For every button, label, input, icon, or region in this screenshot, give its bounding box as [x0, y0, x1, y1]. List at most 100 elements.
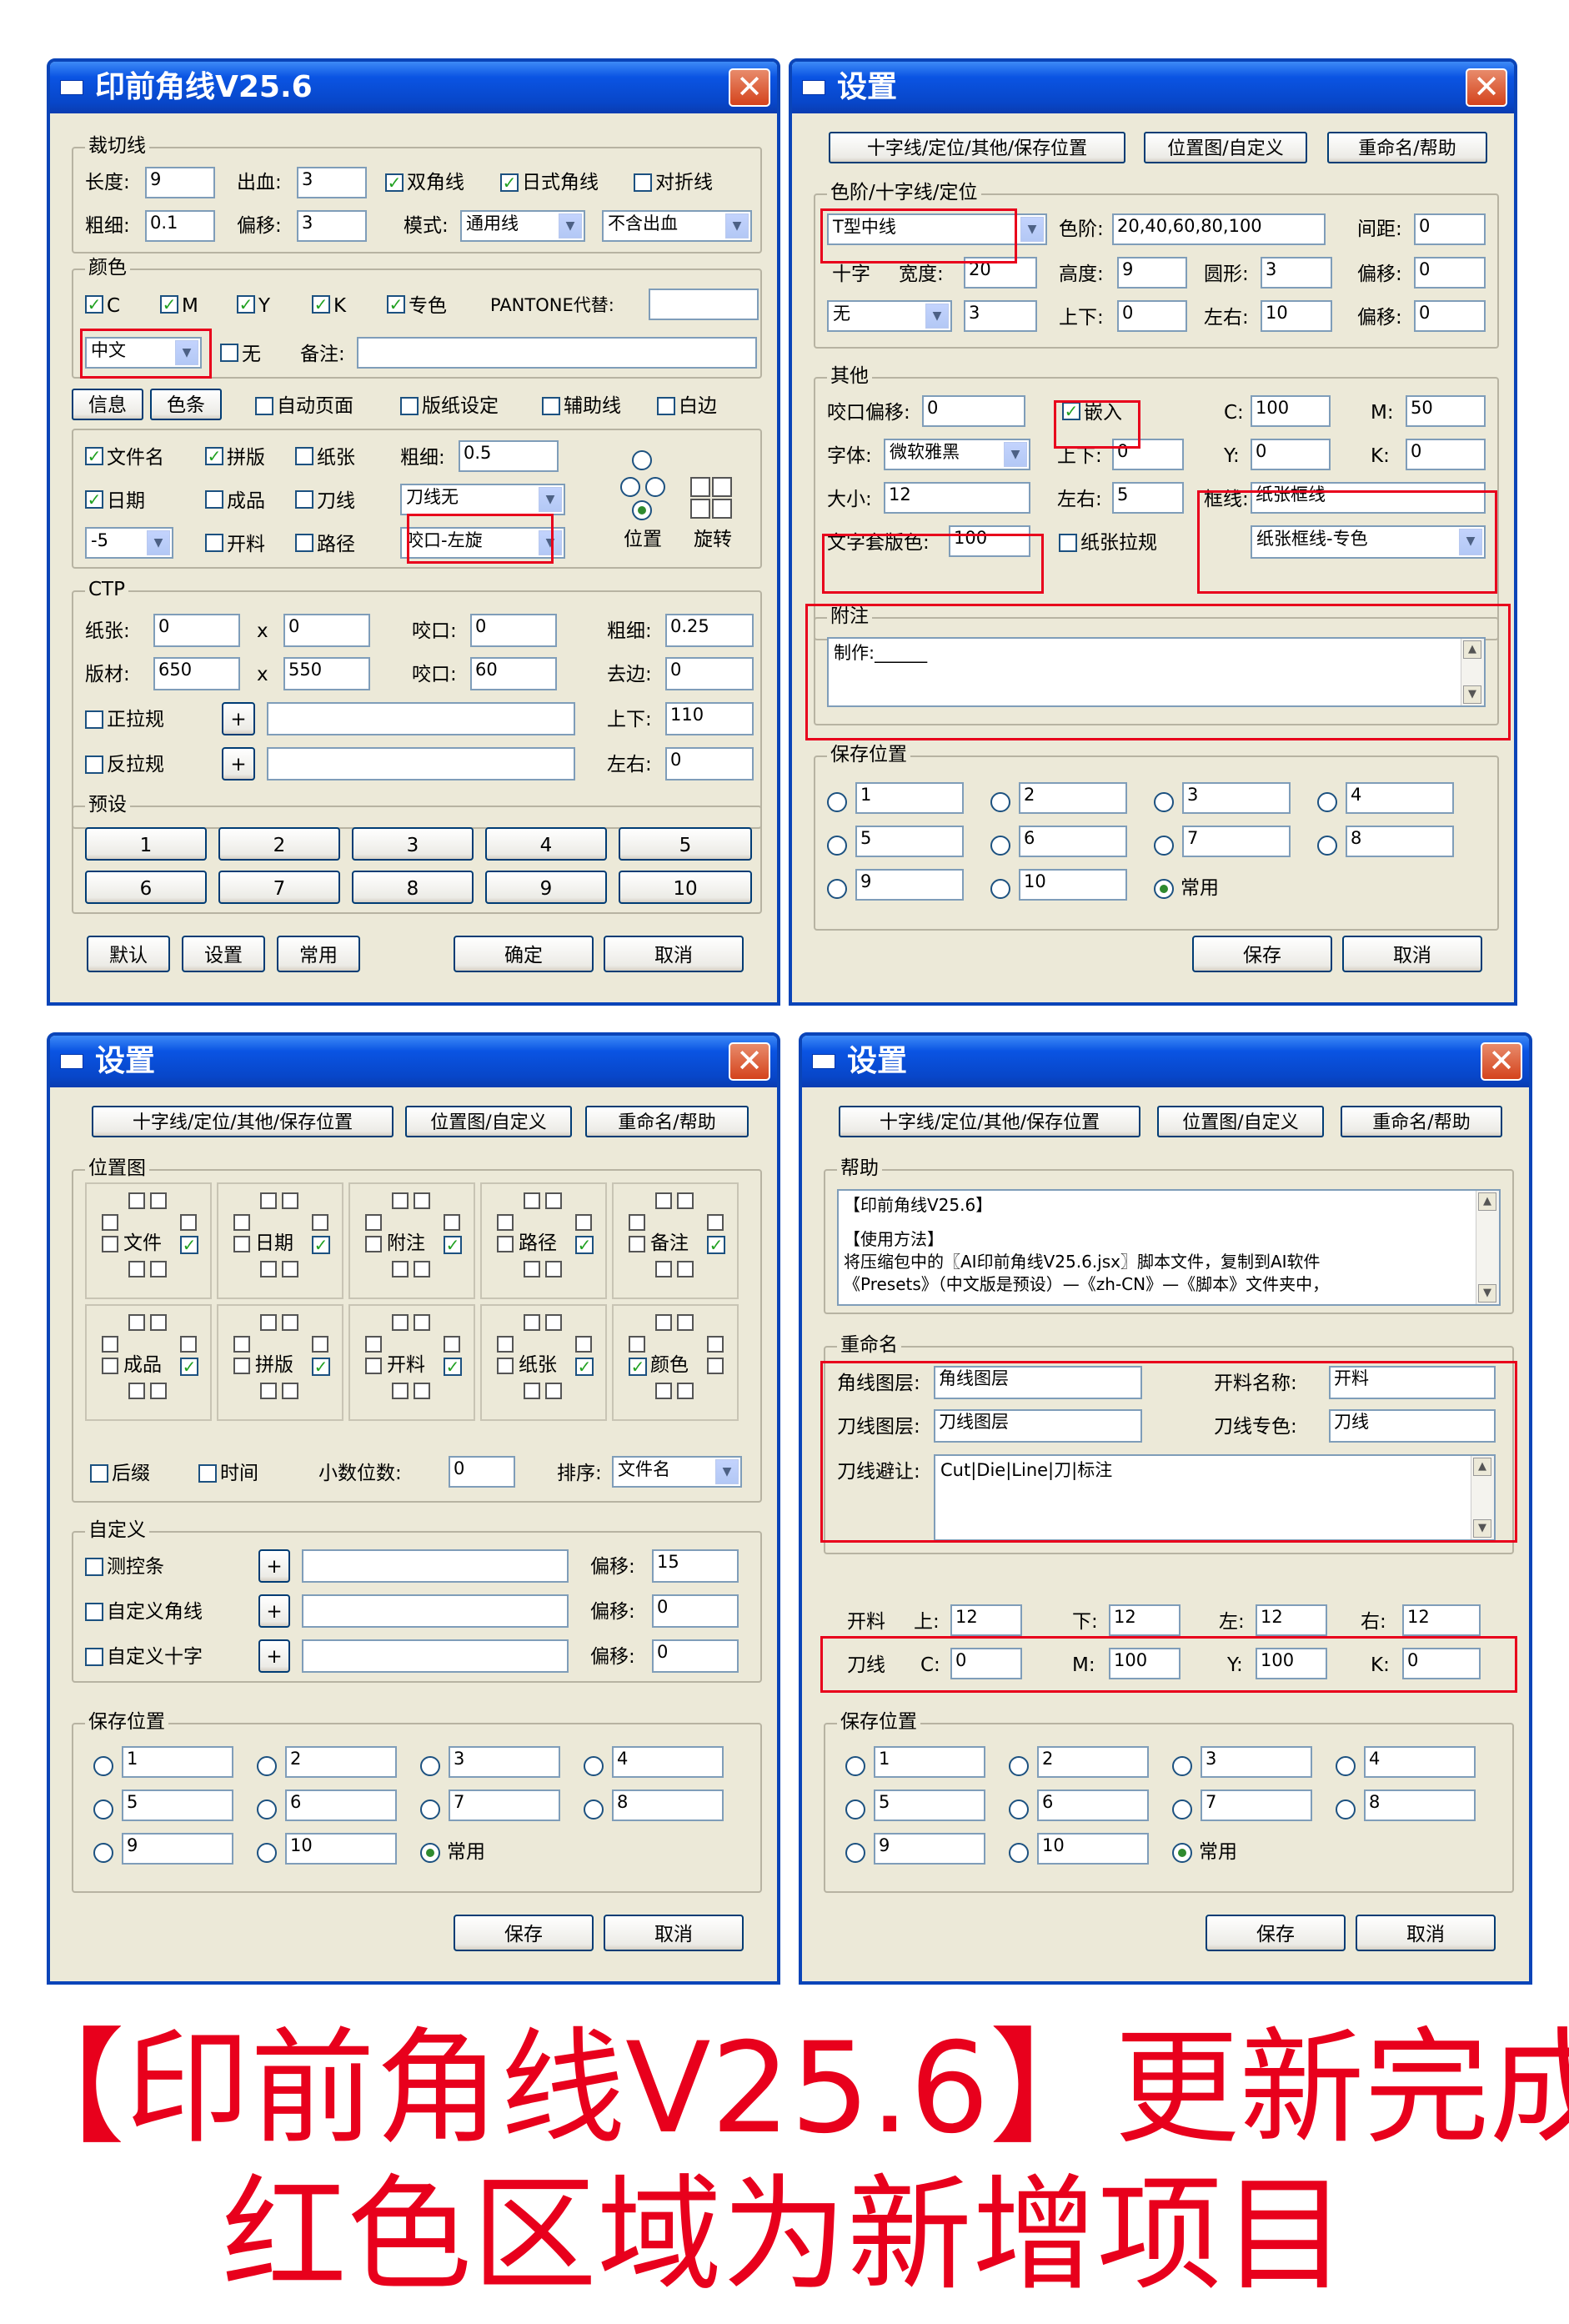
save-radio-5[interactable] — [93, 1799, 113, 1820]
position-toggle[interactable] — [677, 1314, 694, 1331]
tab-rename-help[interactable]: 重命名/帮助 — [1327, 132, 1487, 163]
position-toggle[interactable] — [545, 1383, 562, 1399]
position-toggle[interactable] — [707, 1336, 724, 1353]
chevron-down-icon[interactable]: ▼ — [1459, 529, 1482, 555]
position-toggle[interactable] — [545, 1314, 562, 1331]
save-slot-input-6[interactable]: 6 — [1037, 1789, 1149, 1821]
pull-rule-input[interactable] — [267, 702, 575, 735]
tab-rename-help[interactable]: 重命名/帮助 — [1341, 1106, 1502, 1137]
position-toggle[interactable] — [180, 1214, 197, 1231]
save-radio-6[interactable] — [1009, 1799, 1029, 1820]
position-toggle[interactable] — [128, 1192, 145, 1209]
offset1-input[interactable]: 15 — [652, 1549, 739, 1583]
k-checkbox[interactable]: ✓ — [312, 295, 330, 314]
save-slot-input-8[interactable]: 8 — [612, 1789, 724, 1821]
tab-cross-position[interactable]: 十字线/定位/其他/保存位置 — [839, 1106, 1140, 1137]
save-radio-10[interactable] — [1009, 1843, 1029, 1863]
scrollbar[interactable]: ▲ ▼ — [1476, 1191, 1499, 1304]
tab-position-custom[interactable]: 位置图/自定义 — [1157, 1106, 1324, 1137]
cut-checkbox[interactable] — [205, 534, 223, 552]
rotate-square[interactable] — [712, 499, 732, 519]
save-button[interactable]: 保存 — [1192, 936, 1332, 972]
ctp-thick-input[interactable]: 0.25 — [665, 614, 754, 647]
knife-c-input[interactable]: 0 — [950, 1648, 1022, 1679]
preset-button-7[interactable]: 7 — [218, 871, 340, 904]
save-radio-8[interactable] — [584, 1799, 604, 1820]
pull-rule-checkbox[interactable] — [85, 710, 103, 729]
position-toggle[interactable] — [707, 1214, 724, 1231]
save-button[interactable]: 保存 — [454, 1915, 594, 1951]
save-slot-input-1[interactable]: 1 — [855, 782, 964, 814]
size-input[interactable]: 12 — [884, 482, 1030, 514]
position-toggle[interactable] — [282, 1383, 298, 1399]
position-cell-checkbox[interactable]: ✓ — [444, 1358, 462, 1376]
custom-corner-checkbox[interactable] — [85, 1603, 103, 1621]
control-strip-input[interactable] — [302, 1549, 569, 1583]
tab-colorbar[interactable]: 色条 — [150, 389, 222, 420]
product-checkbox[interactable] — [205, 490, 223, 509]
position-toggle[interactable] — [575, 1336, 592, 1353]
chevron-down-icon[interactable]: ▼ — [1004, 442, 1027, 467]
preset-button-8[interactable]: 8 — [352, 871, 474, 904]
ok-button[interactable]: 确定 — [454, 936, 594, 972]
position-toggle[interactable] — [282, 1192, 298, 1209]
time-checkbox[interactable] — [198, 1464, 217, 1483]
scrollbar[interactable]: ▲ ▼ — [1461, 639, 1484, 705]
decimals-input[interactable]: 0 — [449, 1456, 515, 1488]
chevron-down-icon[interactable]: ▼ — [147, 530, 170, 555]
position-toggle[interactable] — [260, 1314, 277, 1331]
none-checkbox[interactable] — [220, 344, 238, 362]
add-button[interactable]: + — [222, 747, 255, 781]
knife-m-input[interactable]: 100 — [1109, 1648, 1181, 1679]
frame-input[interactable]: 纸张框线 — [1251, 482, 1486, 514]
save-radio-5[interactable] — [845, 1799, 865, 1820]
position-toggle[interactable] — [444, 1214, 460, 1231]
save-radio-1[interactable] — [827, 792, 847, 812]
close-icon[interactable]: ✕ — [1466, 68, 1507, 107]
save-radio-8[interactable] — [1317, 836, 1337, 856]
position-toggle[interactable] — [282, 1261, 298, 1277]
close-icon[interactable]: ✕ — [1481, 1042, 1522, 1081]
position-toggle[interactable] — [102, 1236, 118, 1252]
offset-input[interactable]: 0 — [1414, 257, 1486, 289]
y-checkbox[interactable]: ✓ — [237, 295, 255, 314]
save-radio-4[interactable] — [584, 1756, 604, 1776]
tab-cross-position[interactable]: 十字线/定位/其他/保存位置 — [92, 1106, 394, 1137]
save-radio-2[interactable] — [1009, 1756, 1029, 1776]
position-toggle[interactable] — [150, 1314, 167, 1331]
position-toggle[interactable] — [677, 1261, 694, 1277]
position-cell-checkbox[interactable]: ✓ — [180, 1236, 198, 1254]
position-type-select[interactable]: 无 ▼ — [827, 300, 952, 332]
chevron-down-icon[interactable]: ▼ — [175, 340, 198, 365]
offset3-input[interactable]: 0 — [652, 1639, 739, 1673]
autopage-checkbox[interactable] — [255, 397, 273, 415]
custom-cross-checkbox[interactable] — [85, 1648, 103, 1666]
preset-button-4[interactable]: 4 — [485, 827, 607, 861]
position-toggle[interactable] — [150, 1192, 167, 1209]
position-toggle[interactable] — [150, 1383, 167, 1399]
ud-input[interactable]: 0 — [1112, 439, 1184, 470]
save-slot-input-4[interactable]: 4 — [1346, 782, 1454, 814]
note-textarea[interactable]: 制作:______ ▲ ▼ — [827, 637, 1486, 707]
position-toggle[interactable] — [629, 1236, 645, 1252]
mode-select[interactable]: 通用线 ▼ — [460, 210, 585, 242]
add-button[interactable]: + — [258, 1639, 290, 1673]
ctp-grip1-input[interactable]: 0 — [470, 614, 557, 647]
save-slot-input-6[interactable]: 6 — [1019, 826, 1127, 857]
position-toggle[interactable] — [414, 1314, 430, 1331]
position-toggle[interactable] — [414, 1383, 430, 1399]
auxline-checkbox[interactable] — [542, 397, 560, 415]
position-cell-checkbox[interactable]: ✓ — [180, 1358, 198, 1376]
filename-checkbox[interactable]: ✓ — [85, 447, 103, 465]
sort-select[interactable]: 文件名 ▼ — [612, 1456, 742, 1488]
add-button[interactable]: + — [258, 1594, 290, 1628]
save-slot-input-8[interactable]: 8 — [1346, 826, 1454, 857]
save-slot-input-3[interactable]: 3 — [1182, 782, 1291, 814]
position-toggle[interactable] — [629, 1214, 645, 1231]
bleed-mode-select[interactable]: 不含出血 ▼ — [602, 210, 752, 242]
position-toggle[interactable] — [365, 1236, 382, 1252]
ctp-lr-input[interactable]: 0 — [665, 747, 754, 781]
tab-position-custom[interactable]: 位置图/自定义 — [1144, 132, 1307, 163]
ctp-plate-w-input[interactable]: 650 — [153, 657, 240, 690]
position-toggle[interactable] — [312, 1336, 328, 1353]
